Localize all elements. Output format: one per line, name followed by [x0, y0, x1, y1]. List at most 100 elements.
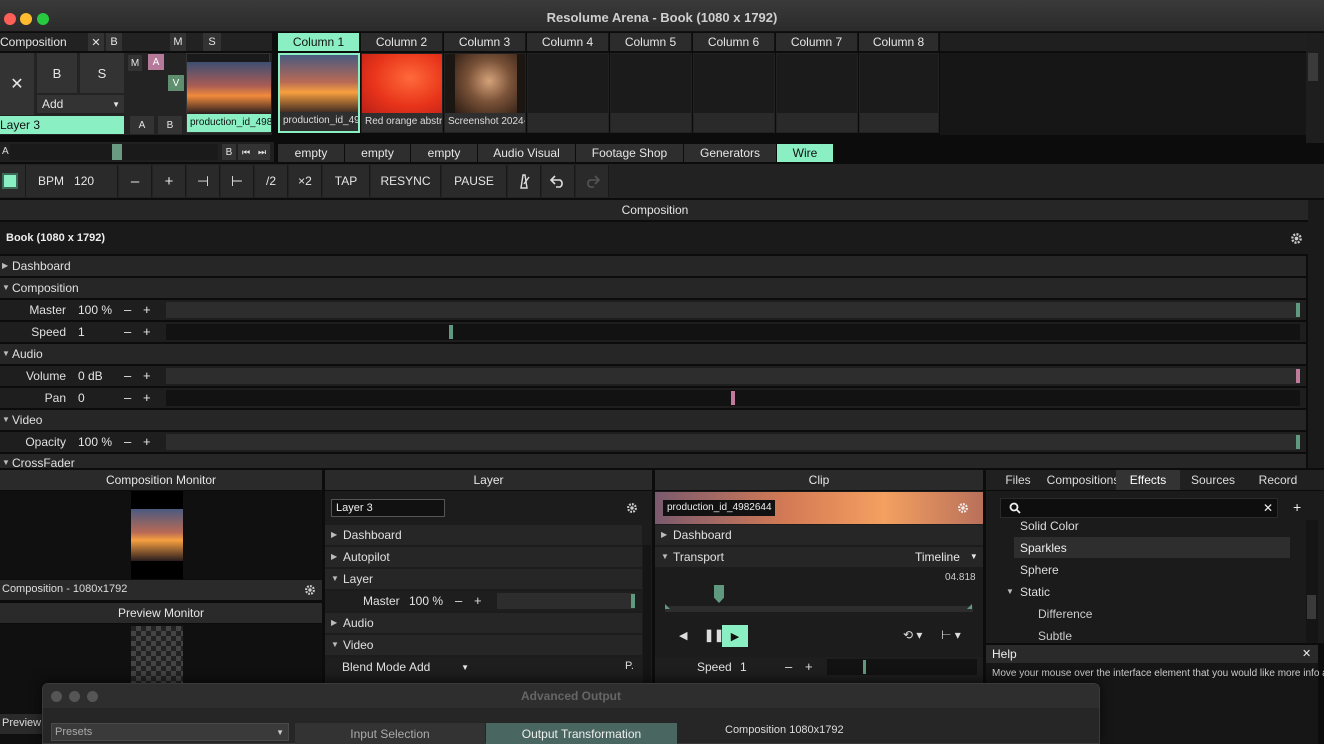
crossfader-b-label[interactable]: B	[222, 144, 236, 160]
composition-scrollbar[interactable]	[1308, 200, 1324, 468]
prev-icon[interactable]: ⏮	[238, 144, 254, 160]
bpm-value[interactable]: 120	[74, 174, 94, 188]
timeline-out-marker[interactable]	[967, 604, 972, 609]
crossfader-a-button[interactable]: A	[130, 116, 154, 134]
decrement-button[interactable]: –	[124, 324, 131, 339]
list-folder-static[interactable]: Static	[1020, 585, 1050, 599]
effects-scrollbar[interactable]	[1306, 520, 1318, 643]
clear-layer-button[interactable]: ✕	[88, 33, 104, 51]
column-header-6[interactable]: Column 6	[693, 33, 775, 51]
column-header-4[interactable]: Column 4	[527, 33, 609, 51]
clip-row-transport[interactable]: ▼ Transport Timeline ▼	[655, 547, 983, 567]
decrement-button[interactable]: –	[124, 390, 131, 405]
crossfader-handle[interactable]	[112, 144, 122, 160]
slider-handle[interactable]	[1296, 435, 1300, 449]
bpm-field[interactable]: BPM 120	[26, 165, 118, 197]
add-icon[interactable]: +	[1293, 499, 1301, 515]
tab-record[interactable]: Record	[1246, 470, 1310, 490]
mute-layer-button[interactable]: M	[128, 55, 142, 71]
layer-name-label[interactable]: Layer 3	[0, 116, 124, 134]
column-header-1[interactable]: Column 1	[278, 33, 360, 51]
column-header-7[interactable]: Column 7	[776, 33, 858, 51]
param-slider[interactable]	[166, 302, 1300, 318]
next-icon[interactable]: ⏭	[254, 144, 270, 160]
section-video[interactable]: ▼ Video	[0, 410, 1306, 430]
tab-effects[interactable]: Effects	[1116, 470, 1180, 490]
mute-all-button[interactable]: M	[170, 33, 186, 51]
param-slider[interactable]	[166, 434, 1300, 450]
direction-icon[interactable]: ⊢ ▾	[941, 628, 961, 642]
nudge-forward-button[interactable]: ⊢	[221, 165, 254, 197]
increment-button[interactable]: +	[474, 593, 482, 608]
play-backward-icon[interactable]: ◀	[679, 629, 687, 642]
collapse-triangle-icon[interactable]: ▼	[1006, 587, 1014, 596]
clear-search-icon[interactable]: ✕	[1263, 501, 1273, 515]
metronome-icon[interactable]	[508, 165, 541, 197]
slider-handle[interactable]	[731, 391, 735, 405]
clip-cell-1[interactable]: production_id_49...	[278, 53, 360, 133]
pause-button[interactable]: PAUSE	[442, 165, 507, 197]
solo-all-button[interactable]: S	[203, 33, 221, 51]
column-header-2[interactable]: Column 2	[361, 33, 443, 51]
clip-cell-4[interactable]	[527, 53, 609, 133]
solo-layer-button[interactable]: S	[80, 53, 124, 93]
scrollbar-thumb[interactable]	[1307, 595, 1316, 619]
param-slider[interactable]	[497, 593, 635, 609]
nudge-back-button[interactable]: ⊣	[187, 165, 220, 197]
param-value[interactable]: 0	[78, 391, 85, 405]
param-option-button[interactable]: P.	[625, 660, 634, 672]
gear-icon[interactable]	[1290, 232, 1303, 245]
layer-preview-cell[interactable]: production_id_498...	[186, 53, 271, 133]
undo-icon[interactable]	[542, 165, 575, 197]
increment-button[interactable]: +	[143, 324, 151, 339]
scrollbar-thumb[interactable]	[1308, 53, 1318, 81]
slider-handle[interactable]	[631, 594, 635, 608]
clip-cell-6[interactable]	[693, 53, 775, 133]
clip-cell-3[interactable]: Screenshot 2024-...	[444, 53, 526, 133]
resync-button[interactable]: RESYNC	[371, 165, 441, 197]
crossfader-slider[interactable]	[10, 144, 218, 160]
increment-button[interactable]: +	[143, 434, 151, 449]
param-slider[interactable]	[827, 659, 977, 675]
slider-handle[interactable]	[863, 660, 866, 674]
gear-icon[interactable]	[626, 502, 638, 514]
list-item-sparkles[interactable]: Sparkles	[1014, 537, 1290, 558]
section-composition[interactable]: ▼ Composition	[0, 278, 1306, 298]
layer-name-input[interactable]: Layer 3	[331, 499, 445, 517]
layer-row-dashboard[interactable]: ▶ Dashboard	[325, 525, 642, 545]
param-slider[interactable]	[166, 368, 1300, 384]
gear-icon[interactable]	[304, 584, 316, 596]
bypass-layer-button[interactable]: B	[37, 53, 77, 93]
presets-dropdown[interactable]: Presets ▼	[51, 723, 289, 741]
clip-cell-5[interactable]	[610, 53, 692, 133]
play-icon[interactable]: ▶	[722, 625, 748, 647]
layer-row-audio[interactable]: ▶ Audio	[325, 613, 642, 633]
param-value[interactable]: 0 dB	[78, 369, 103, 383]
param-slider[interactable]	[166, 324, 1300, 340]
deck-tab-wire[interactable]: Wire	[777, 144, 833, 162]
section-dashboard[interactable]: ▶ Dashboard	[0, 256, 1306, 276]
decrement-button[interactable]: –	[124, 368, 131, 383]
add-dropdown[interactable]: Add ▼	[37, 95, 124, 113]
timeline-in-marker[interactable]	[665, 604, 670, 609]
increment-button[interactable]: +	[143, 368, 151, 383]
section-crossfader[interactable]: ▼ CrossFader	[0, 454, 1306, 468]
bpm-minus-button[interactable]: –	[119, 165, 152, 197]
blend-mode-dropdown[interactable]: Add ▼	[405, 658, 471, 676]
decrement-button[interactable]: –	[785, 659, 792, 674]
clip-row-dashboard[interactable]: ▶ Dashboard	[655, 525, 983, 545]
timeline-dropdown[interactable]: Timeline ▼	[915, 547, 978, 567]
search-input[interactable]: ✕	[1000, 498, 1278, 518]
param-value[interactable]: 100 %	[409, 594, 443, 608]
section-audio[interactable]: ▼ Audio	[0, 344, 1306, 364]
deck-tab-audio-visual[interactable]: Audio Visual	[478, 144, 575, 162]
video-toggle-button[interactable]: V	[168, 75, 184, 91]
redo-icon[interactable]	[576, 165, 609, 197]
tab-compositions[interactable]: Compositions	[1047, 470, 1120, 490]
tab-input-selection[interactable]: Input Selection	[295, 723, 485, 744]
deck-tab-generators[interactable]: Generators	[684, 144, 776, 162]
layer-row-layer[interactable]: ▼ Layer	[325, 569, 642, 589]
bpm-plus-button[interactable]: +	[153, 165, 186, 197]
column-header-3[interactable]: Column 3	[444, 33, 526, 51]
tap-button[interactable]: TAP	[323, 165, 370, 197]
